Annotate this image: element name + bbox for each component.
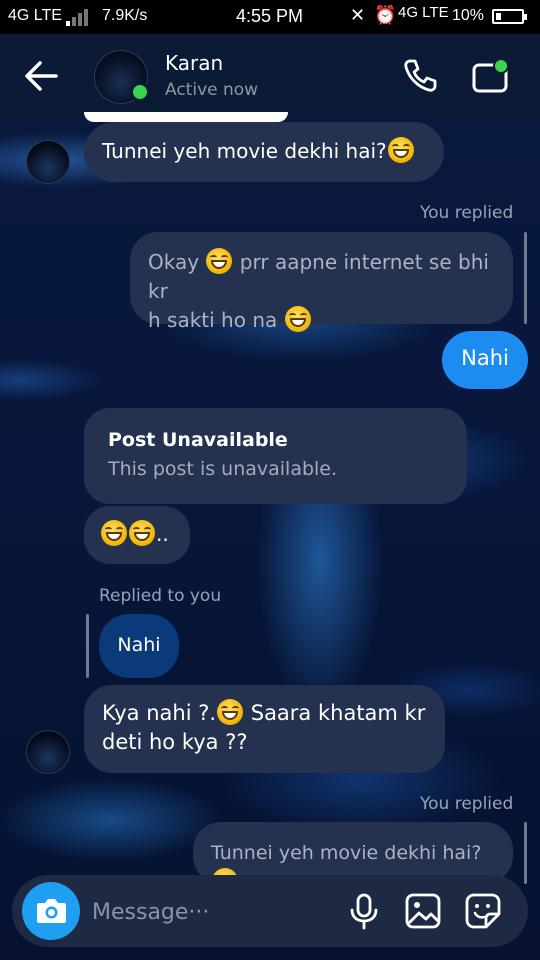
contact-avatar[interactable] (94, 50, 150, 104)
grinning-emoji-icon (284, 306, 311, 332)
network-speed: 7.9K/s (102, 7, 148, 24)
battery-percent: 10% (452, 7, 485, 24)
mute-icon: ✕ (350, 5, 366, 25)
grinning-emoji-icon (129, 520, 155, 546)
chat-header: Karan Active now (0, 34, 540, 118)
sender-avatar (26, 140, 70, 184)
video-camera-icon (472, 58, 509, 93)
signal-bars-icon (66, 8, 92, 26)
message-received-emoji[interactable]: .. (84, 506, 190, 564)
grinning-emoji-icon (206, 248, 233, 274)
quote-text: Tunnei yeh movie dekhi hai? (211, 842, 482, 864)
camera-button[interactable] (22, 882, 80, 940)
message-text: Saara khatam kr (250, 701, 426, 725)
alarm-icon: ⏰ (374, 5, 397, 25)
grinning-emoji-icon (387, 137, 414, 163)
gallery-icon (405, 893, 441, 929)
reply-bar (86, 614, 89, 678)
sender-avatar (26, 730, 70, 774)
previous-message-edge (84, 112, 288, 122)
clock: 4:55 PM (236, 6, 304, 26)
message-text: Kya nahi ?. (102, 701, 217, 725)
message-input[interactable] (90, 894, 334, 930)
message-text: .. (156, 522, 169, 546)
network-label-left: 4G LTE (8, 7, 62, 24)
camera-icon (37, 899, 66, 923)
video-call-button[interactable] (470, 56, 514, 96)
message-composer (12, 875, 528, 947)
microphone-icon (350, 893, 378, 930)
quote-text: prr aapne internet se bhi kr (148, 250, 489, 303)
voice-message-button[interactable] (346, 892, 382, 930)
phone-icon (404, 59, 437, 92)
sticker-button[interactable] (464, 892, 502, 930)
message-sent[interactable]: Nahi (442, 331, 528, 389)
replied-to-you-label: Replied to you (99, 586, 222, 606)
back-button[interactable] (20, 56, 64, 96)
sticker-icon (465, 893, 501, 929)
online-indicator (130, 82, 150, 102)
message-received[interactable]: Tunnei yeh movie dekhi hai? (84, 122, 444, 182)
network-label-right: 4G LTE (398, 4, 449, 21)
replied-message-quote[interactable]: Okay prr aapne internet se bhi kr h sakt… (130, 232, 513, 332)
contact-status: Active now (165, 80, 259, 100)
message-received[interactable]: Kya nahi ?. Saara khatam kr deti ho kya … (84, 685, 445, 773)
grinning-emoji-icon (217, 699, 244, 725)
post-title: Post Unavailable (108, 429, 288, 451)
gallery-button[interactable] (404, 892, 442, 930)
reply-bar (524, 232, 527, 324)
voice-call-button[interactable] (400, 56, 440, 96)
reply-bar (524, 822, 527, 884)
battery-icon (492, 9, 527, 24)
quote-text: Okay (148, 250, 200, 274)
post-unavailable-card[interactable]: Post Unavailable This post is unavailabl… (84, 408, 467, 504)
reply-label: You replied (420, 203, 514, 223)
quote-text: h sakti ho na (148, 308, 278, 332)
quoted-sent-message[interactable]: Nahi (99, 614, 179, 678)
status-bar: 4G LTE 7.9K/s 4:55 PM ✕ ⏰ 4G LTE 10% (0, 0, 540, 34)
reply-label: You replied (420, 794, 514, 814)
back-arrow-icon (25, 61, 58, 91)
message-text: Tunnei yeh movie dekhi hai? (102, 139, 387, 163)
message-text: deti ho kya ?? (102, 730, 248, 754)
grinning-emoji-icon (101, 520, 127, 546)
contact-name[interactable]: Karan (165, 51, 223, 75)
post-subtitle: This post is unavailable. (108, 458, 338, 480)
